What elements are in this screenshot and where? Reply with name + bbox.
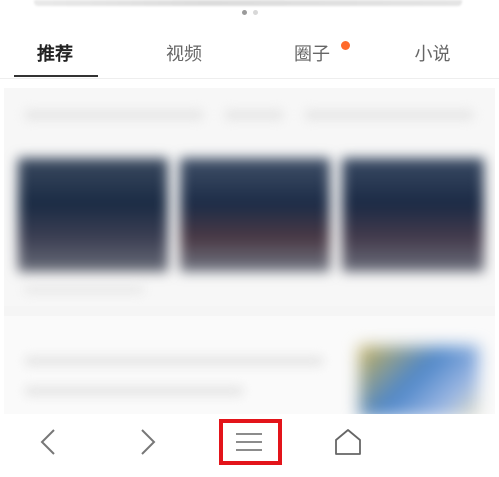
chevron-right-icon — [141, 428, 156, 455]
blurred-thumbnail[interactable] — [342, 158, 484, 272]
blurred-tab-area — [365, 418, 499, 466]
blurred-thumbnail[interactable] — [180, 158, 330, 272]
annotation-highlight-box — [219, 419, 282, 465]
blurred-title — [24, 356, 324, 366]
carousel-dots — [0, 10, 499, 15]
news-feed — [4, 88, 495, 414]
notification-dot — [341, 41, 350, 50]
banner-image-edge[interactable] — [34, 0, 462, 6]
tab-label: 小说 — [414, 44, 451, 65]
forward-button[interactable] — [108, 414, 188, 469]
tab-label: 视频 — [166, 44, 202, 65]
tab-video[interactable]: 视频 — [110, 32, 258, 78]
chevron-left-icon — [40, 428, 55, 455]
blurred-title — [24, 386, 244, 396]
blurred-title — [224, 110, 284, 120]
active-tab-underline — [14, 75, 98, 77]
feed-card[interactable] — [4, 88, 495, 306]
feed-card[interactable] — [4, 316, 495, 414]
tab-label: 圈子 — [294, 44, 330, 65]
blurred-title — [24, 110, 204, 120]
blurred-thumbnail[interactable] — [18, 158, 168, 272]
home-icon — [335, 428, 361, 455]
tab-circle[interactable]: 圈子 — [258, 32, 366, 78]
blurred-meta — [24, 286, 144, 293]
tab-label: 推荐 — [37, 44, 73, 65]
carousel-dot — [252, 10, 258, 15]
category-tabs: 推荐 视频 圈子 小说 — [0, 32, 499, 79]
banner-area — [0, 0, 499, 30]
tab-novel[interactable]: 小说 — [366, 32, 499, 78]
carousel-dot-active — [241, 10, 247, 15]
blurred-thumbnail[interactable] — [359, 346, 479, 414]
back-button[interactable] — [8, 414, 88, 469]
tab-recommend[interactable]: 推荐 — [0, 32, 110, 78]
blurred-title — [304, 110, 474, 120]
